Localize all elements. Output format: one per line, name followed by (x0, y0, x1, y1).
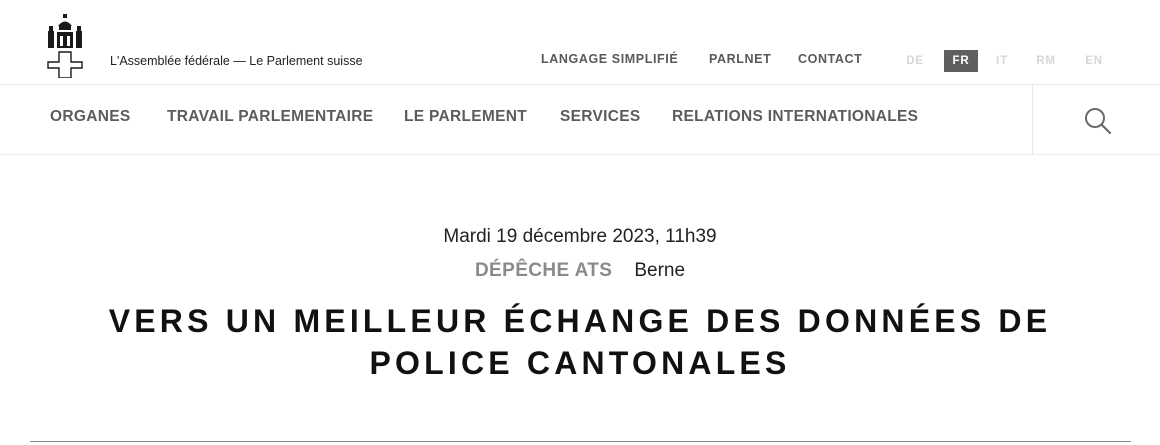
nav-item-le-parlement[interactable]: LE PARLEMENT (404, 108, 527, 126)
search-icon (1085, 108, 1112, 135)
language-en[interactable]: EN (1078, 50, 1110, 72)
nav-item-travail-parlementaire[interactable]: TRAVAIL PARLEMENTAIRE (167, 108, 373, 126)
article-header-divider (30, 441, 1131, 442)
nav-item-organes[interactable]: ORGANES (50, 108, 130, 126)
federal-palace-logo-icon (47, 14, 83, 78)
page: L'Assemblée fédérale — Le Parlement suis… (0, 0, 1160, 445)
language-rm[interactable]: RM (1030, 50, 1062, 72)
site-name: L'Assemblée fédérale — Le Parlement suis… (110, 54, 363, 68)
main-nav: ORGANES TRAVAIL PARLEMENTAIRE LE PARLEME… (0, 85, 1160, 155)
article-date: Mardi 19 décembre 2023, 11h39 (443, 226, 717, 247)
plain-language-link[interactable]: LANGAGE SIMPLIFIÉ (541, 52, 678, 66)
article-type: DÉPÊCHE ATS (474, 260, 613, 281)
article-meta: DÉPÊCHE ATS Berne (0, 260, 1160, 282)
nav-item-services[interactable]: SERVICES (560, 108, 641, 126)
parlnet-link[interactable]: PARLNET (709, 52, 771, 66)
language-fr[interactable]: FR (944, 50, 978, 72)
language-de[interactable]: DE (899, 50, 931, 72)
contact-link[interactable]: CONTACT (798, 52, 862, 66)
article-location: Berne (634, 260, 686, 281)
search-button[interactable] (1078, 103, 1118, 143)
article-title: VERS UN MEILLEUR ÉCHANGE DES DONNÉES DE … (108, 303, 1052, 381)
nav-divider-bottom (0, 154, 1160, 155)
language-it[interactable]: IT (990, 50, 1014, 72)
nav-divider (1032, 85, 1033, 155)
top-bar: L'Assemblée fédérale — Le Parlement suis… (0, 0, 1160, 84)
nav-item-relations-internationales[interactable]: RELATIONS INTERNATIONALES (672, 108, 918, 126)
